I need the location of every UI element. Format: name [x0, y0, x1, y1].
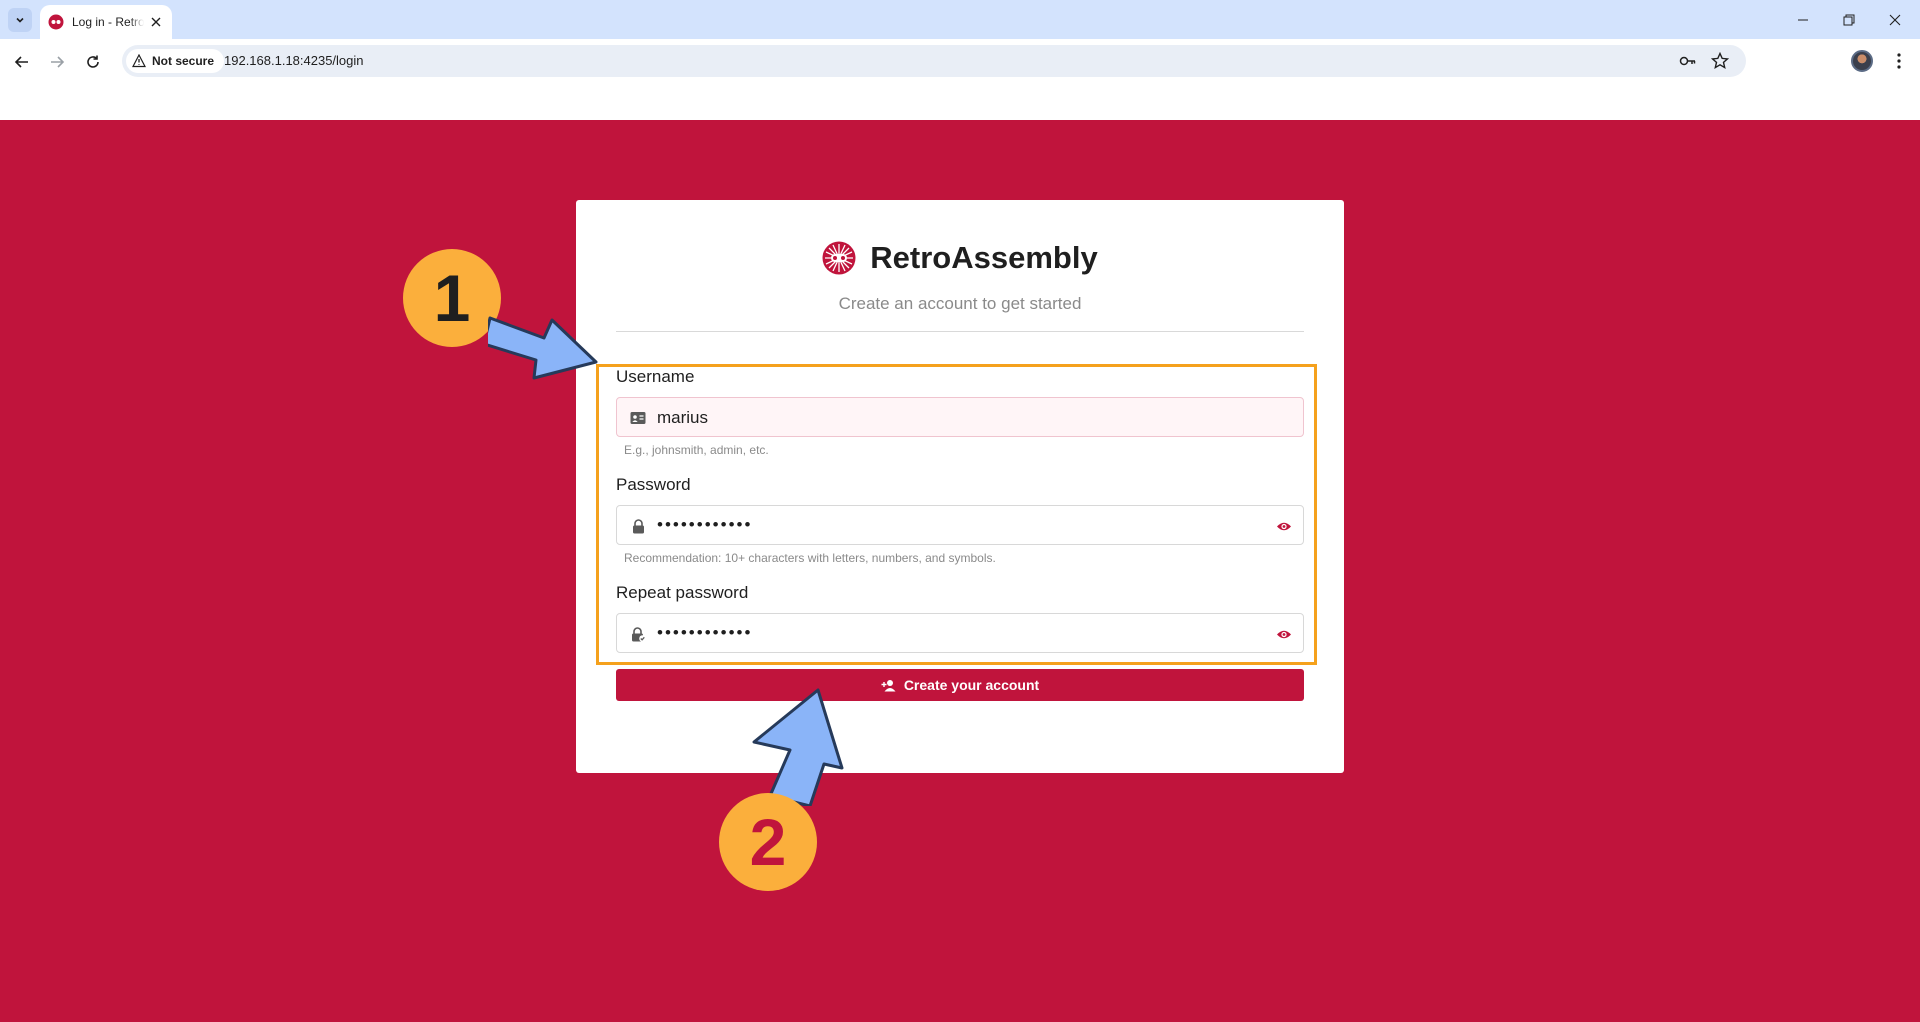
password-key-icon[interactable]	[1678, 51, 1698, 71]
divider	[616, 331, 1304, 332]
arrow-left-icon	[14, 56, 28, 68]
minimize-button[interactable]	[1780, 0, 1826, 39]
step-1-badge: 1	[403, 249, 501, 347]
close-window-button[interactable]	[1872, 0, 1918, 39]
profile-avatar[interactable]	[1851, 50, 1873, 72]
security-label: Not secure	[152, 54, 215, 68]
step-1-number: 1	[433, 261, 471, 335]
create-account-button[interactable]: Create your account	[616, 669, 1304, 701]
restore-icon	[1843, 14, 1855, 25]
brand-name: RetroAssembly	[870, 240, 1098, 275]
minimize-icon	[1798, 19, 1808, 20]
reload-button[interactable]	[80, 49, 106, 75]
browser-menu-button[interactable]	[1888, 50, 1910, 72]
brand: RetroAssembly	[576, 240, 1344, 276]
warning-icon	[132, 54, 146, 68]
page-subtitle: Create an account to get started	[838, 294, 1082, 313]
bookmark-star-icon[interactable]	[1710, 51, 1730, 71]
reload-icon	[87, 55, 99, 68]
step-2-arrow	[752, 688, 844, 806]
more-vertical-icon	[1897, 53, 1901, 69]
tab-title: Log in - RetroAssembly	[72, 15, 144, 29]
close-icon	[1889, 14, 1901, 25]
form-highlight-box	[596, 364, 1317, 665]
browser-toolbar: Not secure 192.168.1.18:4235/login	[0, 39, 1920, 84]
close-tab-icon[interactable]	[148, 14, 164, 30]
page-header-band	[0, 84, 1920, 120]
tab-strip: Log in - RetroAssembly	[0, 0, 1920, 39]
step-2-badge: 2	[719, 793, 817, 891]
restore-button[interactable]	[1826, 0, 1872, 39]
browser-tab[interactable]: Log in - RetroAssembly	[40, 5, 172, 39]
retroassembly-favicon	[48, 14, 64, 30]
create-account-label: Create your account	[903, 677, 1040, 693]
step-1-arrow	[488, 316, 598, 380]
chevron-down-icon	[16, 17, 24, 23]
tab-search-button[interactable]	[8, 8, 32, 32]
arrow-right-icon	[51, 56, 65, 68]
address-bar[interactable]: Not secure 192.168.1.18:4235/login	[122, 45, 1746, 77]
user-plus-icon	[881, 679, 896, 691]
back-button[interactable]	[9, 49, 35, 75]
url-text: 192.168.1.18:4235/login	[224, 53, 364, 68]
security-indicator[interactable]: Not secure	[126, 49, 225, 73]
retroassembly-logo-icon	[822, 241, 856, 275]
forward-button[interactable]	[44, 49, 70, 75]
step-2-number: 2	[749, 805, 787, 879]
